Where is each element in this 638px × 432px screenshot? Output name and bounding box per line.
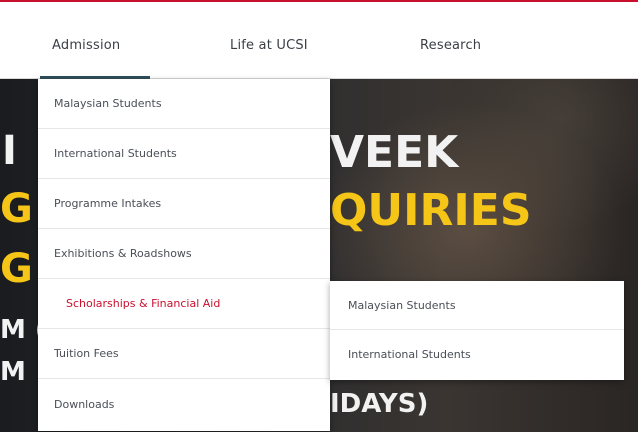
hero-text-fragment: IDAYS) — [330, 389, 429, 419]
nav-admission[interactable]: Admission — [52, 38, 120, 53]
hero-text-fragment: VEEK — [330, 127, 459, 178]
admission-dropdown-menu: Malaysian Students International Student… — [38, 79, 330, 431]
hero-text-fragment: M — [0, 357, 26, 387]
menu-item-programme-intakes[interactable]: Programme Intakes — [38, 179, 330, 229]
nav-research[interactable]: Research — [420, 38, 481, 53]
menu-item-international-students[interactable]: International Students — [38, 129, 330, 179]
menu-item-malaysian-students[interactable]: Malaysian Students — [38, 79, 330, 129]
main-navigation: Admission Life at UCSI Research — [0, 2, 638, 79]
menu-item-tuition-fees[interactable]: Tuition Fees — [38, 329, 330, 379]
menu-item-scholarships-financial-aid[interactable]: Scholarships & Financial Aid — [38, 279, 330, 329]
scholarships-submenu: Malaysian Students International Student… — [330, 281, 624, 380]
submenu-item-international-students[interactable]: International Students — [330, 330, 624, 379]
hero-text-fragment: G — [0, 186, 33, 232]
hero-text-fragment: I — [2, 128, 17, 174]
hero-text-fragment: G — [0, 246, 33, 292]
menu-item-downloads[interactable]: Downloads — [38, 379, 330, 429]
menu-item-exhibitions-roadshows[interactable]: Exhibitions & Roadshows — [38, 229, 330, 279]
nav-life-at-ucsi[interactable]: Life at UCSI — [230, 38, 308, 53]
submenu-item-malaysian-students[interactable]: Malaysian Students — [330, 281, 624, 330]
hero-text-fragment: QUIRIES — [330, 185, 532, 236]
